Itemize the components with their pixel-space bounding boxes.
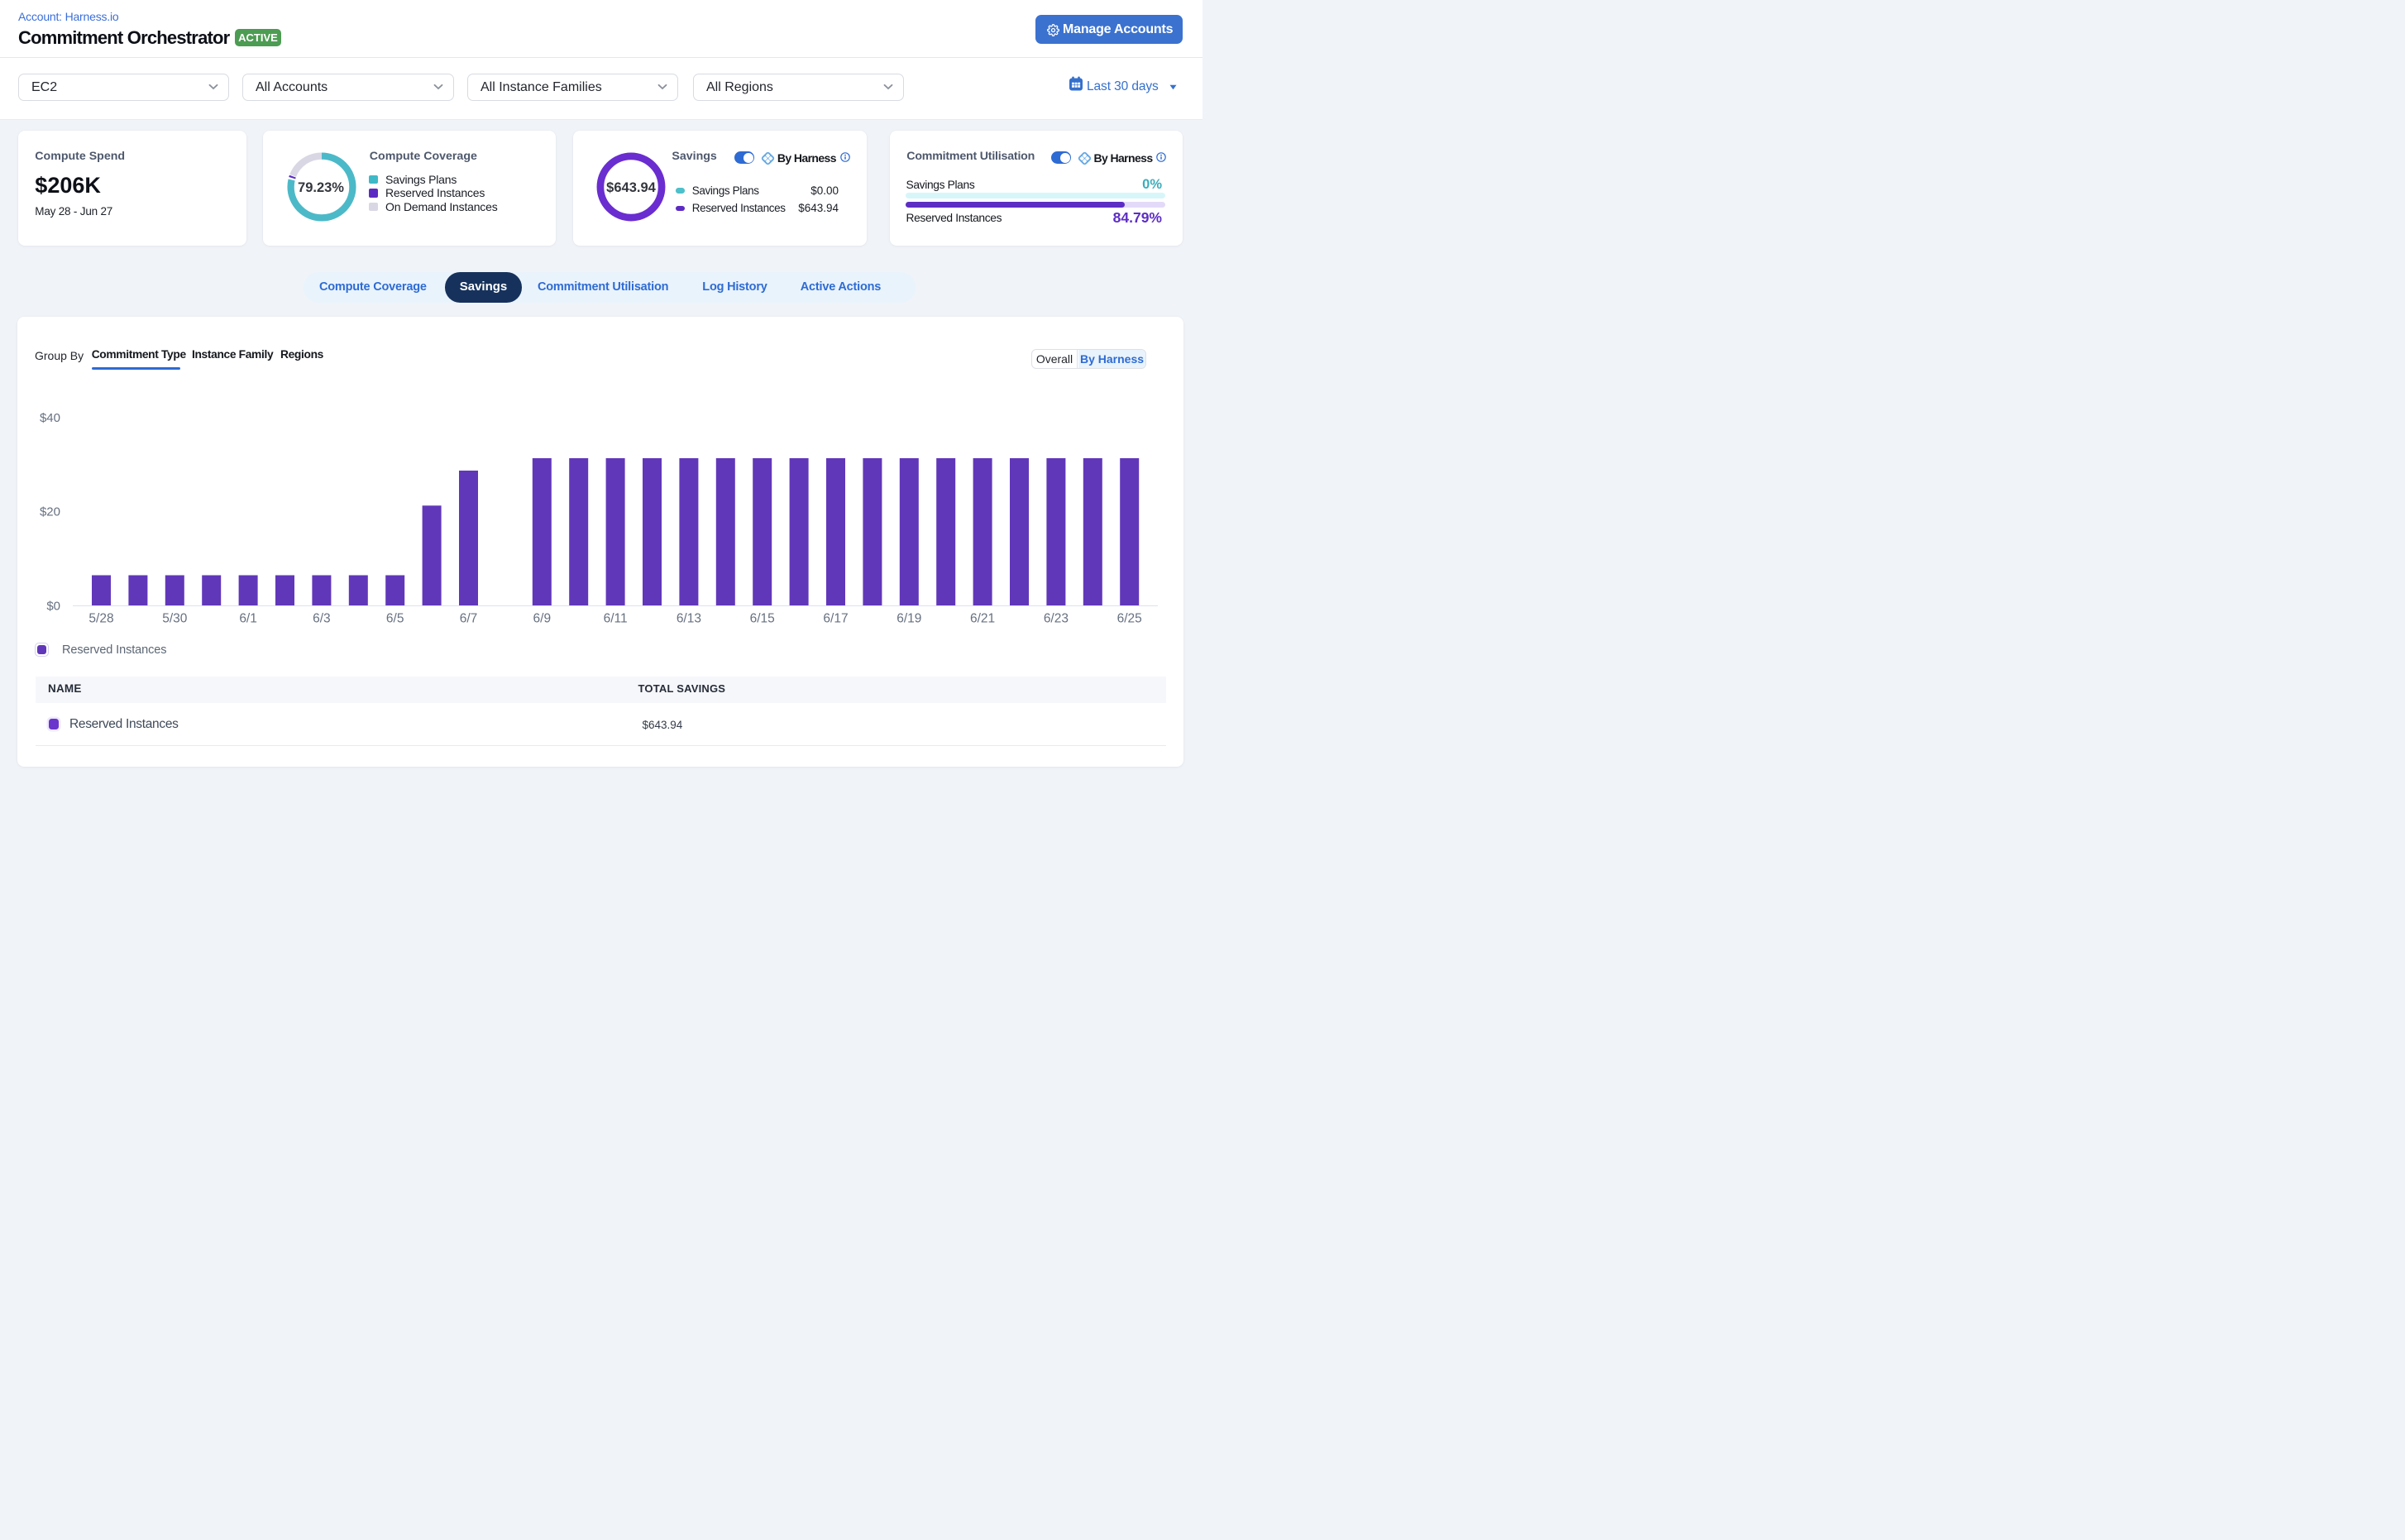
svg-text:5/28: 5/28	[88, 612, 113, 626]
svg-text:6/19: 6/19	[896, 612, 921, 626]
svg-text:6/25: 6/25	[1117, 612, 1142, 626]
svg-text:6/7: 6/7	[460, 612, 478, 626]
svg-text:6/23: 6/23	[1044, 612, 1069, 626]
svg-text:$643.94: $643.94	[607, 179, 657, 194]
svg-text:6/5: 6/5	[386, 612, 404, 626]
svg-text:6/1: 6/1	[239, 612, 257, 626]
svg-text:5/30: 5/30	[162, 612, 188, 626]
svg-text:6/13: 6/13	[677, 612, 701, 626]
svg-text:$20: $20	[40, 505, 60, 519]
svg-text:6/21: 6/21	[970, 612, 995, 626]
svg-text:6/3: 6/3	[313, 612, 331, 626]
svg-text:79.23%: 79.23%	[298, 180, 344, 195]
svg-text:6/15: 6/15	[750, 612, 775, 626]
svg-text:$40: $40	[40, 411, 60, 425]
svg-text:6/11: 6/11	[604, 612, 628, 626]
svg-text:6/17: 6/17	[823, 612, 848, 626]
svg-text:$0: $0	[46, 600, 60, 614]
svg-text:6/9: 6/9	[533, 612, 552, 626]
